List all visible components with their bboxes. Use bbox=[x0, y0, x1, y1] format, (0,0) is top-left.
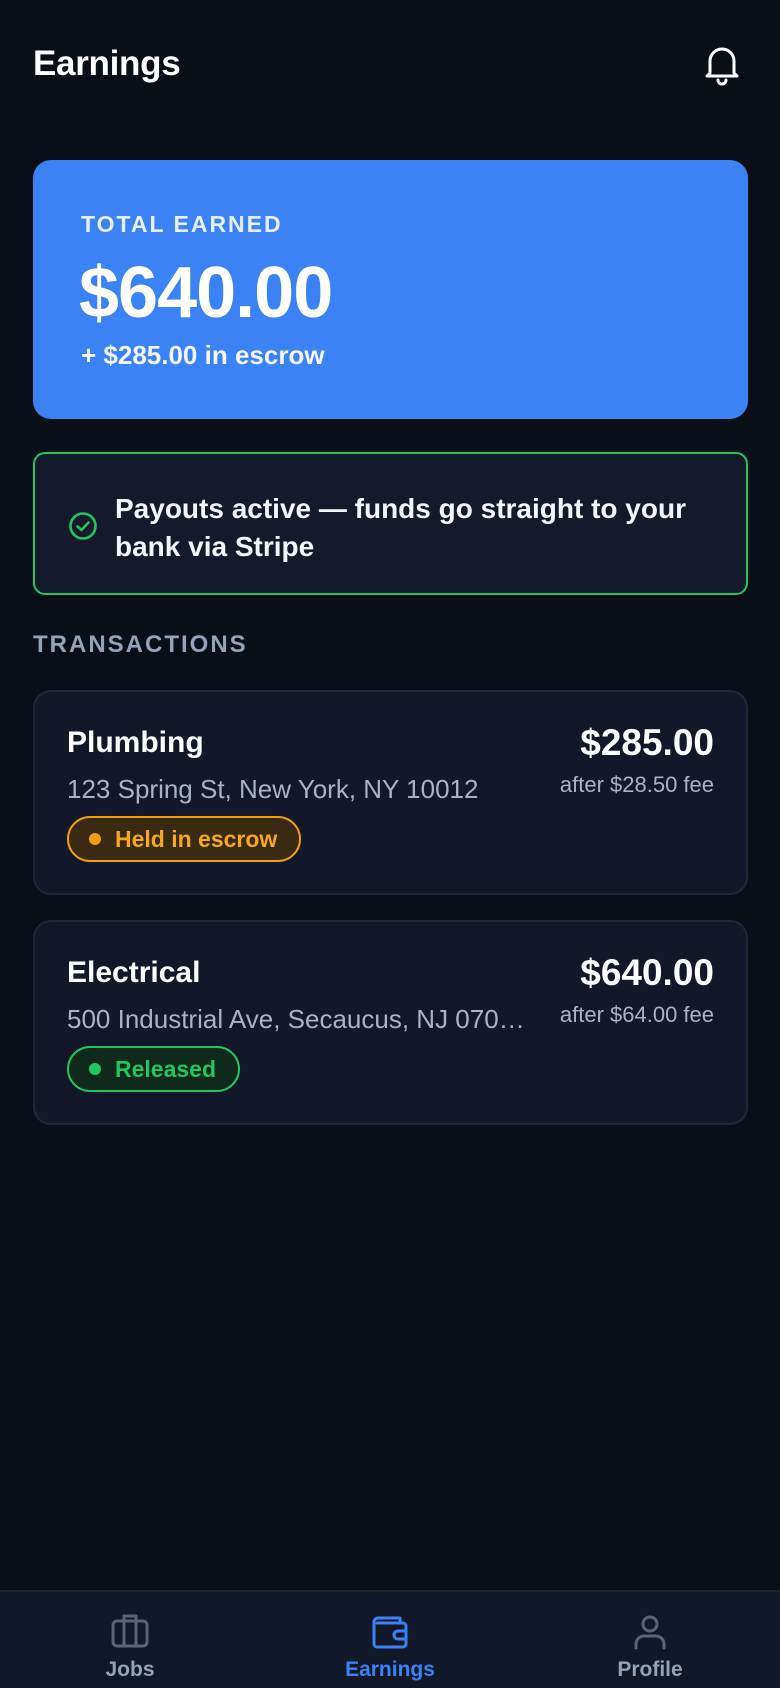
check-circle-icon bbox=[68, 511, 98, 541]
transaction-amount: $640.00 bbox=[580, 952, 714, 993]
status-dot bbox=[89, 1063, 101, 1075]
transaction-fee: after $64.00 fee bbox=[559, 1002, 714, 1027]
bottom-nav: Jobs Earnings Profile bbox=[0, 1590, 780, 1688]
wallet-icon bbox=[369, 1610, 411, 1652]
status-badge: Held in escrow bbox=[67, 816, 302, 862]
briefcase-icon bbox=[109, 1610, 151, 1652]
nav-item-jobs[interactable]: Jobs bbox=[0, 1592, 260, 1688]
total-earned-card: TOTAL EARNED $640.00 + $285.00 in escrow bbox=[33, 160, 748, 419]
nav-item-profile[interactable]: Profile bbox=[520, 1592, 780, 1688]
nav-label-earnings: Earnings bbox=[345, 1658, 435, 1681]
escrow-note: + $285.00 in escrow bbox=[81, 340, 325, 370]
nav-label-jobs: Jobs bbox=[105, 1658, 155, 1681]
transaction-title: Plumbing bbox=[67, 726, 204, 759]
earnings-screen: Earnings TOTAL EARNED $640.00 + $285.00 … bbox=[0, 0, 780, 1688]
status-dot bbox=[89, 833, 101, 845]
status-badge-label: Held in escrow bbox=[115, 826, 278, 852]
page-title: Earnings bbox=[33, 44, 181, 83]
total-earned-amount: $640.00 bbox=[79, 253, 333, 333]
nav-item-earnings[interactable]: Earnings bbox=[260, 1592, 520, 1688]
total-earned-label: TOTAL EARNED bbox=[81, 211, 283, 237]
transaction-card[interactable]: Electrical 500 Industrial Ave, Secaucus,… bbox=[33, 920, 748, 1125]
status-badge: Released bbox=[67, 1046, 241, 1092]
transactions-heading: TRANSACTIONS bbox=[33, 631, 248, 658]
transaction-fee: after $28.50 fee bbox=[559, 772, 714, 797]
transaction-amount: $285.00 bbox=[580, 722, 714, 763]
header: Earnings bbox=[0, 0, 780, 130]
nav-label-profile: Profile bbox=[617, 1658, 683, 1681]
payout-status-text: Payouts active — funds go straight to yo… bbox=[115, 493, 686, 562]
transaction-address: 500 Industrial Ave, Secaucus, NJ 07094 bbox=[67, 1004, 527, 1034]
user-icon bbox=[629, 1610, 671, 1652]
bell-icon[interactable] bbox=[698, 40, 746, 88]
transaction-address: 123 Spring St, New York, NY 10012 bbox=[67, 774, 479, 804]
transaction-card[interactable]: Plumbing 123 Spring St, New York, NY 100… bbox=[33, 690, 748, 895]
status-badge-label: Released bbox=[115, 1056, 217, 1082]
transaction-title: Electrical bbox=[67, 956, 201, 989]
payout-status-notice: Payouts active — funds go straight to yo… bbox=[33, 452, 748, 595]
